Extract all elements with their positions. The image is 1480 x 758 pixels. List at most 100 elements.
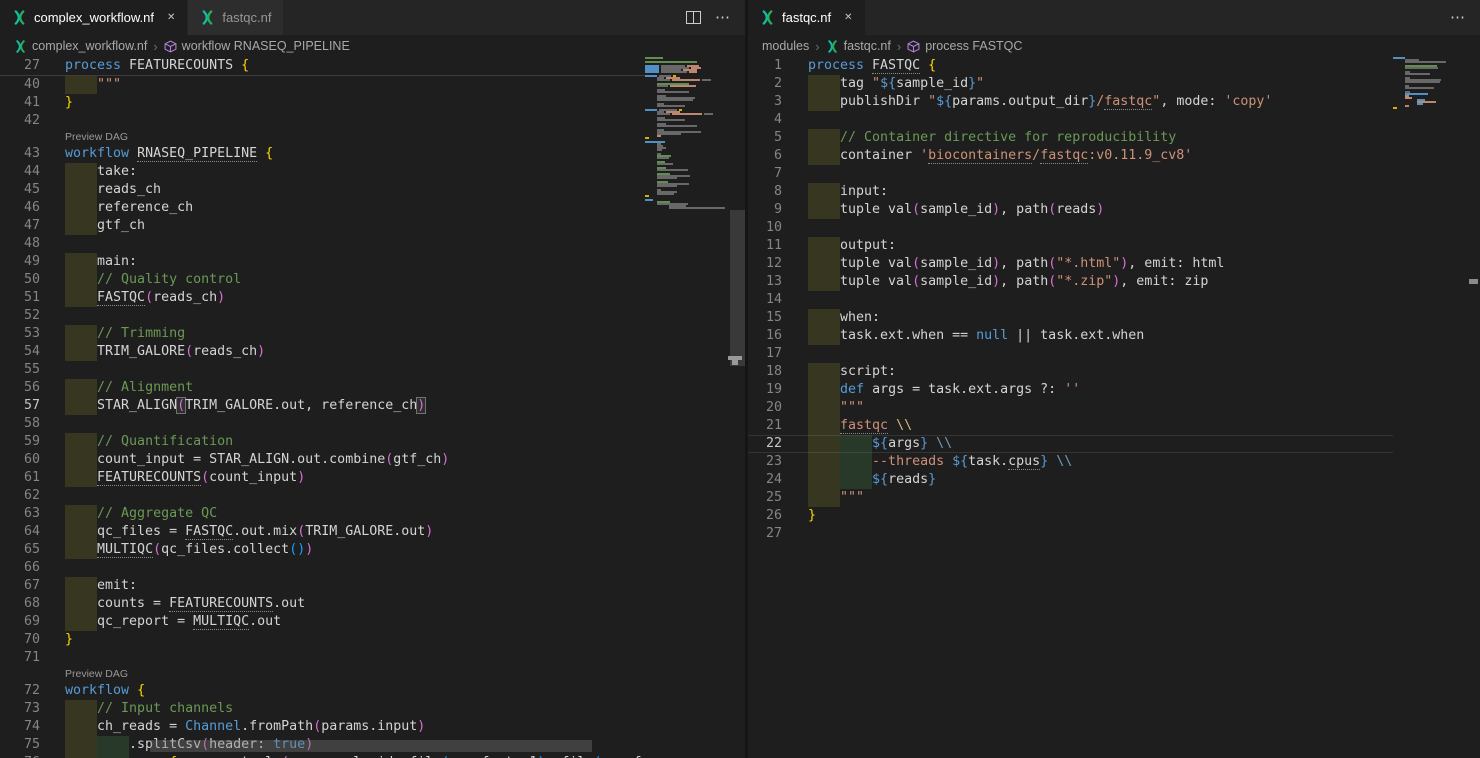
codelens-preview-dag-link[interactable]: Preview DAG: [65, 130, 128, 145]
code-line[interactable]: 49 main:: [0, 253, 645, 271]
code-line[interactable]: 25 """: [748, 489, 1393, 507]
code-line[interactable]: 48: [0, 235, 645, 253]
code-line[interactable]: 41}: [0, 94, 645, 112]
close-icon[interactable]: ✕: [844, 12, 852, 23]
code-line[interactable]: 45 reads_ch: [0, 181, 645, 199]
code-line[interactable]: 12 tuple val(sample_id), path("*.html"),…: [748, 255, 1393, 273]
code-line[interactable]: 13 tuple val(sample_id), path("*.zip"), …: [748, 273, 1393, 291]
code-editor-left[interactable]: 27process FEATURECOUNTS {40 """41}42Prev…: [0, 57, 645, 758]
code-line[interactable]: 20 """: [748, 399, 1393, 417]
code-line[interactable]: 26}: [748, 507, 1393, 525]
tab-fastqc-right[interactable]: fastqc.nf ✕: [748, 0, 866, 35]
code-line[interactable]: 4: [748, 111, 1393, 129]
code-line[interactable]: 65 MULTIQC(qc_files.collect()): [0, 541, 645, 559]
line-number: 65: [0, 541, 40, 559]
code-line[interactable]: 54 TRIM_GALORE(reads_ch): [0, 343, 645, 361]
nextflow-icon: [14, 40, 27, 53]
code-line[interactable]: 2 tag "${sample_id}": [748, 75, 1393, 93]
code-token: ): [992, 202, 1000, 217]
code-line[interactable]: 46 reference_ch: [0, 199, 645, 217]
code-line[interactable]: 72workflow {: [0, 682, 645, 700]
code-token: ${: [872, 472, 888, 487]
minimap-right[interactable]: [1393, 57, 1462, 758]
vertical-scrollbar-left[interactable]: [730, 210, 745, 366]
code-line[interactable]: 68 counts = FEATURECOUNTS.out: [0, 595, 645, 613]
code-line[interactable]: 69 qc_report = MULTIQC.out: [0, 613, 645, 631]
code-line[interactable]: 1process FASTQC {: [748, 57, 1393, 75]
horizontal-scrollbar-left[interactable]: [150, 740, 592, 752]
code-line[interactable]: 17: [748, 345, 1393, 363]
code-line[interactable]: 51 FASTQC(reads_ch): [0, 289, 645, 307]
code-line[interactable]: 60 count_input = STAR_ALIGN.out.combine(…: [0, 451, 645, 469]
code-line[interactable]: 11 output:: [748, 237, 1393, 255]
tab-complex-workflow[interactable]: complex_workflow.nf ✕: [0, 0, 188, 35]
code-line[interactable]: 55: [0, 361, 645, 379]
code-line[interactable]: 7: [748, 165, 1393, 183]
code-line[interactable]: 76 .map { row -> tuple(row.sample_id, fi…: [0, 754, 645, 758]
breadcrumb-item[interactable]: modules: [762, 39, 809, 53]
breadcrumb-item[interactable]: process FASTQC: [907, 39, 1022, 53]
line-number: 15: [748, 309, 782, 327]
code-line[interactable]: 5 // Container directive for reproducibi…: [748, 129, 1393, 147]
code-line[interactable]: 73 // Input channels: [0, 700, 645, 718]
close-icon[interactable]: ✕: [167, 12, 175, 23]
sticky-scroll-line[interactable]: 27process FEATURECOUNTS {: [0, 57, 645, 76]
code-line[interactable]: 71: [0, 649, 645, 667]
code-line[interactable]: 3 publishDir "${params.output_dir}/fastq…: [748, 93, 1393, 111]
code-line[interactable]: 63 // Aggregate QC: [0, 505, 645, 523]
code-line[interactable]: 43workflow RNASEQ_PIPELINE {: [0, 145, 645, 163]
code-line[interactable]: 24 ${reads}: [748, 471, 1393, 489]
code-token: [65, 290, 97, 305]
code-line[interactable]: 44 take:: [0, 163, 645, 181]
code-line[interactable]: 64 qc_files = FASTQC.out.mix(TRIM_GALORE…: [0, 523, 645, 541]
code-token: task.ext.when ==: [808, 328, 976, 343]
code-line[interactable]: 53 // Trimming: [0, 325, 645, 343]
code-line[interactable]: 50 // Quality control: [0, 271, 645, 289]
code-line[interactable]: 15 when:: [748, 309, 1393, 327]
code-line[interactable]: 47 gtf_ch: [0, 217, 645, 235]
code-line[interactable]: 8 input:: [748, 183, 1393, 201]
code-token: [808, 130, 840, 145]
codelens-preview-dag-link[interactable]: Preview DAG: [65, 667, 128, 682]
code-token: [65, 542, 97, 557]
split-editor-icon[interactable]: [686, 11, 701, 24]
breadcrumb-item[interactable]: complex_workflow.nf: [14, 39, 147, 53]
code-line[interactable]: 14: [748, 291, 1393, 309]
code-token: params.output_dir: [952, 94, 1088, 109]
code-line[interactable]: 6 container 'biocontainers/fastqc:v0.11.…: [748, 147, 1393, 165]
code-line[interactable]: 23 --threads ${task.cpus} \\: [748, 453, 1393, 471]
code-line[interactable]: 70}: [0, 631, 645, 649]
code-line[interactable]: 21 fastqc \\: [748, 417, 1393, 435]
code-token: [808, 472, 872, 487]
code-line[interactable]: 66: [0, 559, 645, 577]
breadcrumb-item[interactable]: fastqc.nf: [826, 39, 891, 53]
line-number: 63: [0, 505, 40, 523]
code-line[interactable]: 40 """: [0, 76, 645, 94]
code-line[interactable]: 74 ch_reads = Channel.fromPath(params.in…: [0, 718, 645, 736]
breadcrumb-item[interactable]: workflow RNASEQ_PIPELINE: [164, 39, 350, 53]
code-line[interactable]: 22 ${args} \\: [748, 435, 1393, 453]
code-line[interactable]: 52: [0, 307, 645, 325]
code-line[interactable]: 42: [0, 112, 645, 130]
code-line[interactable]: 61 FEATURECOUNTS(count_input): [0, 469, 645, 487]
code-editor-right[interactable]: 1process FASTQC {2 tag "${sample_id}"3 p…: [748, 57, 1393, 758]
code-line[interactable]: 58: [0, 415, 645, 433]
code-token: // Quality control: [97, 272, 241, 287]
code-line[interactable]: 59 // Quantification: [0, 433, 645, 451]
code-line[interactable]: 10: [748, 219, 1393, 237]
code-line[interactable]: 62: [0, 487, 645, 505]
code-line[interactable]: 16 task.ext.when == null || task.ext.whe…: [748, 327, 1393, 345]
minimap-left[interactable]: [645, 57, 730, 758]
code-token: reads: [888, 472, 928, 487]
code-line[interactable]: 27: [748, 525, 1393, 543]
code-line[interactable]: 56 // Alignment: [0, 379, 645, 397]
code-line[interactable]: 19 def args = task.ext.args ?: '': [748, 381, 1393, 399]
tab-fastqc-left[interactable]: fastqc.nf: [188, 0, 284, 35]
more-actions-icon[interactable]: ⋯: [1450, 10, 1466, 25]
code-line[interactable]: 9 tuple val(sample_id), path(reads): [748, 201, 1393, 219]
code-token: workflow: [65, 146, 137, 161]
code-line[interactable]: 67 emit:: [0, 577, 645, 595]
more-actions-icon[interactable]: ⋯: [715, 10, 731, 25]
code-line[interactable]: 18 script:: [748, 363, 1393, 381]
code-line[interactable]: 57 STAR_ALIGN(TRIM_GALORE.out, reference…: [0, 397, 645, 415]
